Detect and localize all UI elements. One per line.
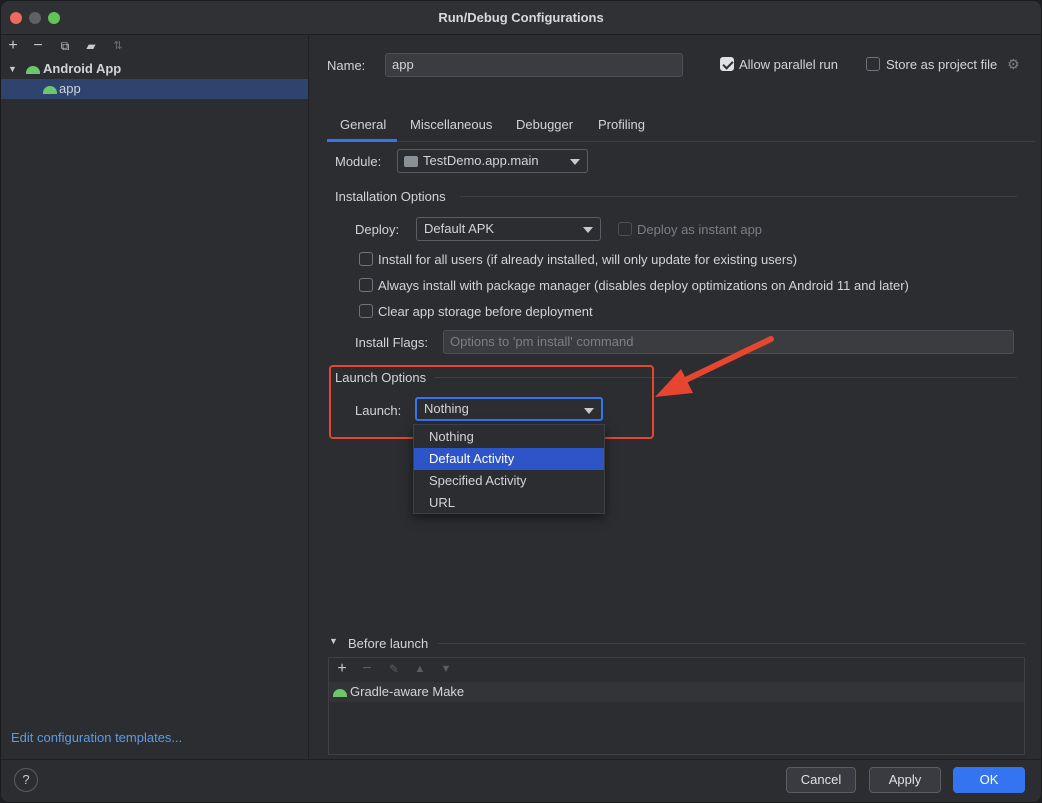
add-icon[interactable]: +: [4, 37, 22, 55]
sort-icon[interactable]: ⇅: [109, 37, 127, 55]
instant-app-checkbox[interactable]: [618, 222, 632, 236]
tree-group-label: Android App: [43, 61, 122, 76]
deploy-select[interactable]: Default APK: [416, 217, 601, 241]
always-install-pm-checkbox[interactable]: [359, 278, 373, 292]
help-button[interactable]: ?: [14, 768, 38, 792]
run-debug-dialog: Run/Debug Configurations + − ⧉ ▰ ⇅ ▼ And…: [0, 0, 1042, 803]
android-icon: [333, 689, 347, 697]
launch-option-specified-activity[interactable]: Specified Activity: [414, 470, 604, 492]
tab-selected-indicator: [327, 139, 397, 142]
dialog-footer: ? Cancel Apply OK: [1, 759, 1041, 802]
install-flags-label: Install Flags:: [355, 335, 428, 350]
before-launch-divider: [438, 643, 1025, 644]
launch-option-default-activity[interactable]: Default Activity: [414, 448, 604, 470]
before-launch-collapse-icon[interactable]: ▼: [329, 636, 338, 646]
configurations-tree-pane: + − ⧉ ▰ ⇅ ▼ Android App app Edit configu…: [1, 35, 309, 759]
add-task-icon[interactable]: +: [333, 660, 351, 678]
before-launch-title: Before launch: [348, 636, 429, 651]
launch-option-url[interactable]: URL: [414, 492, 604, 514]
folder-icon[interactable]: ▰: [82, 37, 100, 55]
chevron-down-icon: [570, 159, 580, 165]
apply-button[interactable]: Apply: [869, 767, 941, 793]
remove-task-icon[interactable]: −: [358, 660, 376, 678]
name-label: Name:: [327, 58, 366, 73]
install-all-users-label: Install for all users (if already instal…: [378, 252, 798, 267]
tree-item-app[interactable]: app: [1, 79, 308, 99]
chevron-down-icon[interactable]: ▼: [8, 59, 17, 79]
always-install-pm-label: Always install with package manager (dis…: [378, 278, 909, 293]
android-icon: [26, 66, 40, 74]
instant-app-label: Deploy as instant app: [637, 222, 763, 237]
title-bar: Run/Debug Configurations: [1, 1, 1041, 35]
allow-parallel-label: Allow parallel run: [739, 57, 838, 72]
tree-group-android-app[interactable]: ▼ Android App: [1, 59, 308, 79]
launch-option-nothing[interactable]: Nothing: [414, 426, 604, 448]
tab-general[interactable]: General: [340, 117, 386, 141]
gear-icon[interactable]: ⚙: [1007, 56, 1020, 73]
installation-options-title: Installation Options: [335, 189, 446, 204]
launch-dropdown-list: Nothing Default Activity Specified Activ…: [413, 424, 605, 514]
install-all-users-checkbox[interactable]: [359, 252, 373, 266]
tab-divider: [327, 141, 1035, 142]
clear-storage-label: Clear app storage before deployment: [378, 304, 593, 319]
before-launch-task-row[interactable]: Gradle-aware Make: [329, 682, 1024, 702]
edit-templates-link[interactable]: Edit configuration templates...: [11, 730, 182, 745]
tree-toolbar: + − ⧉ ▰ ⇅: [1, 35, 308, 57]
tab-profiling[interactable]: Profiling: [598, 117, 645, 141]
deploy-value: Default APK: [424, 221, 495, 236]
tab-debugger[interactable]: Debugger: [516, 117, 573, 141]
name-input[interactable]: app: [385, 53, 683, 77]
annotation-arrow: [655, 336, 774, 397]
move-up-icon[interactable]: ▲: [411, 660, 429, 678]
ok-button[interactable]: OK: [953, 767, 1025, 793]
cancel-button[interactable]: Cancel: [786, 767, 856, 793]
remove-icon[interactable]: −: [29, 37, 47, 55]
store-project-label: Store as project file: [886, 57, 998, 72]
chevron-down-icon: [583, 227, 593, 233]
module-folder-icon: [404, 156, 418, 167]
deploy-label: Deploy:: [355, 222, 400, 237]
clear-storage-checkbox[interactable]: [359, 304, 373, 318]
module-value: TestDemo.app.main: [423, 153, 539, 168]
edit-task-icon[interactable]: ✎: [385, 660, 403, 678]
move-down-icon[interactable]: ▼: [437, 660, 455, 678]
allow-parallel-checkbox[interactable]: [720, 57, 734, 71]
module-label: Module:: [335, 154, 382, 169]
tree-item-label: app: [59, 81, 81, 96]
before-launch-task-label: Gradle-aware Make: [350, 684, 465, 699]
before-launch-toolbar: + − ✎ ▲ ▼: [329, 658, 1024, 682]
window-title: Run/Debug Configurations: [438, 10, 604, 25]
copy-icon[interactable]: ⧉: [56, 37, 74, 55]
android-icon: [43, 86, 57, 94]
installation-divider: [460, 196, 1017, 197]
module-select[interactable]: TestDemo.app.main: [397, 149, 588, 173]
before-launch-panel: + − ✎ ▲ ▼ Gradle-aware Make: [328, 657, 1025, 755]
tab-miscellaneous[interactable]: Miscellaneous: [410, 117, 492, 141]
store-project-checkbox[interactable]: [866, 57, 880, 71]
